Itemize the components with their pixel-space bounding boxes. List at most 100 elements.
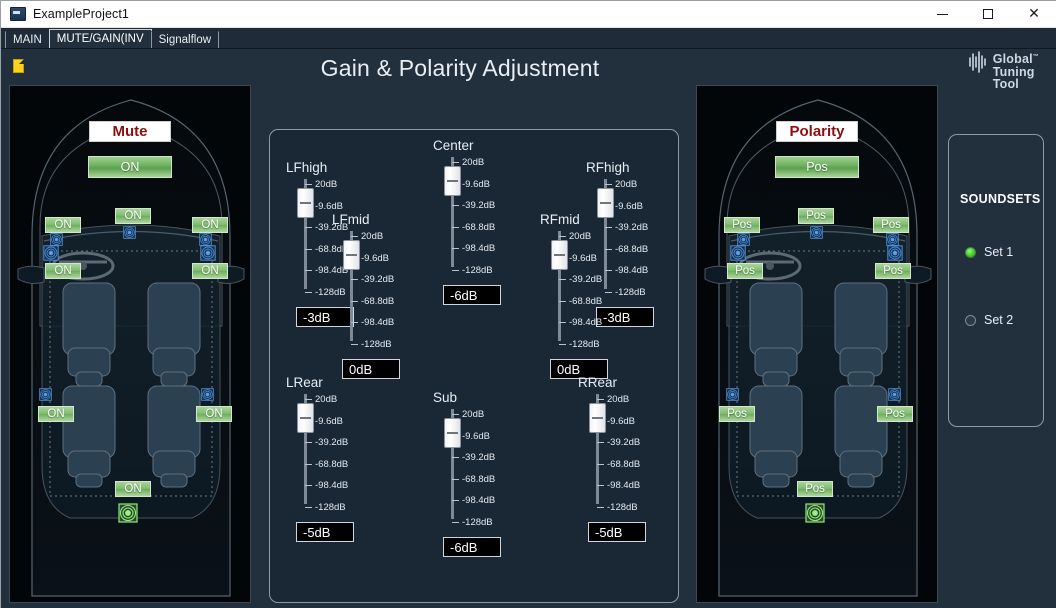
close-button[interactable]: ✕ bbox=[1011, 1, 1056, 28]
soundset-option-set-1[interactable]: Set 1 bbox=[965, 245, 1013, 259]
slider-thumb-Sub[interactable] bbox=[444, 418, 461, 449]
tick-label: -9.6dB bbox=[615, 200, 643, 212]
speaker-toggle-right-rear[interactable]: Pos bbox=[877, 406, 913, 422]
content-area: Gain & Polarity Adjustment Global™ Tunin… bbox=[1, 49, 1056, 608]
slider-thumb-LFhigh[interactable] bbox=[297, 188, 314, 219]
slider-thumb-RRear[interactable] bbox=[589, 403, 606, 434]
minimize-icon bbox=[936, 13, 948, 15]
soundset-label: Set 2 bbox=[984, 313, 1014, 327]
tick-label: -9.6dB bbox=[315, 415, 343, 427]
tab-signalflow[interactable]: Signalflow bbox=[150, 31, 220, 48]
channel-label-LFhigh: LFhigh bbox=[286, 160, 328, 175]
speaker-toggle-left-rear[interactable]: ON bbox=[38, 406, 74, 422]
speaker-toggle-right-door-mid[interactable]: ON bbox=[192, 263, 228, 279]
tick-label: -68.8dB bbox=[361, 295, 395, 307]
tick-label: -68.8dB bbox=[315, 458, 349, 470]
tick-label: -128dB bbox=[607, 501, 638, 513]
slider-tick: -39.2dB bbox=[452, 200, 495, 211]
tick-label: -39.2dB bbox=[462, 200, 496, 211]
polarity-master-toggle[interactable]: Pos bbox=[775, 156, 859, 178]
tick-label: -39.2dB bbox=[361, 274, 395, 285]
slider-tick: -68.8dB bbox=[452, 474, 495, 485]
tick-label: -68.8dB bbox=[462, 473, 496, 485]
window-title: ExampleProject1 bbox=[33, 7, 129, 21]
logo-line-3: Tool bbox=[992, 77, 1019, 92]
slider-tick: -128dB bbox=[452, 265, 493, 276]
slider-tick: -98.4dB bbox=[452, 495, 495, 506]
gain-value-Center[interactable]: -6dB bbox=[443, 285, 501, 305]
tick-label: -98.4dB bbox=[607, 480, 641, 491]
gain-value-LFmid[interactable]: 0dB bbox=[342, 359, 400, 379]
slider-tick: -128dB bbox=[305, 502, 346, 513]
tick-label: -98.4dB bbox=[615, 265, 649, 276]
mute-master-toggle[interactable]: ON bbox=[88, 156, 172, 178]
tick-label: -68.8dB bbox=[607, 458, 641, 470]
speaker-toggle-subwoofer[interactable]: Pos bbox=[797, 481, 833, 497]
tick-label: 20dB bbox=[615, 179, 638, 190]
tick-label: 20dB bbox=[361, 231, 384, 242]
tick-label: -128dB bbox=[361, 338, 392, 350]
tab-mute-gain[interactable]: MUTE/GAIN(INV bbox=[48, 29, 152, 48]
tick-label: -128dB bbox=[315, 501, 346, 513]
slider-tick: -128dB bbox=[597, 502, 638, 513]
slider-tick: -68.8dB bbox=[305, 459, 348, 470]
speaker-icon-right-door-mid bbox=[200, 245, 216, 261]
speaker-toggle-right-tweeter-front[interactable]: ON bbox=[192, 217, 228, 233]
slider-thumb-LRear[interactable] bbox=[297, 403, 314, 434]
channel-label-Center: Center bbox=[433, 138, 474, 153]
tick-label: -9.6dB bbox=[607, 415, 635, 427]
tab-main[interactable]: MAIN bbox=[5, 31, 50, 48]
tick-label: -9.6dB bbox=[569, 252, 597, 264]
speaker-toggle-right-rear[interactable]: ON bbox=[196, 406, 232, 422]
waveform-icon bbox=[968, 51, 986, 73]
slider-tick: -68.8dB bbox=[597, 459, 640, 470]
gain-value-RFhigh[interactable]: -3dB bbox=[596, 307, 654, 327]
slider-tick: -98.4dB bbox=[305, 480, 348, 491]
tick-label: -98.4dB bbox=[569, 317, 603, 328]
gain-value-Sub[interactable]: -6dB bbox=[443, 537, 501, 557]
tick-label: 20dB bbox=[462, 409, 485, 420]
tick-label: -98.4dB bbox=[361, 317, 395, 328]
speaker-toggle-left-door-mid[interactable]: Pos bbox=[727, 263, 763, 279]
speaker-toggle-left-door-mid[interactable]: ON bbox=[45, 263, 81, 279]
gain-value-RRear[interactable]: -5dB bbox=[588, 522, 646, 542]
speaker-toggle-left-rear[interactable]: Pos bbox=[719, 406, 755, 422]
tick-label: -39.2dB bbox=[607, 437, 641, 448]
tick-label: -128dB bbox=[462, 516, 493, 528]
slider-thumb-Center[interactable] bbox=[444, 166, 461, 197]
speaker-toggle-center-speaker[interactable]: Pos bbox=[798, 208, 834, 224]
gain-value-LFhigh[interactable]: -3dB bbox=[296, 307, 354, 327]
window-app-icon bbox=[10, 7, 26, 21]
tick-label: -98.4dB bbox=[462, 243, 496, 254]
slider-thumb-RFmid[interactable] bbox=[551, 240, 568, 271]
tick-label: -9.6dB bbox=[462, 178, 490, 190]
soundset-label: Set 1 bbox=[984, 245, 1014, 259]
slider-tick: -68.8dB bbox=[351, 296, 394, 307]
slider-tick: -39.2dB bbox=[559, 274, 602, 285]
speaker-icon-right-door-mid bbox=[887, 245, 903, 261]
minimize-button[interactable] bbox=[919, 1, 965, 28]
slider-tick: -128dB bbox=[351, 339, 392, 350]
speaker-toggle-right-tweeter-front[interactable]: Pos bbox=[873, 217, 909, 233]
slider-thumb-LFmid[interactable] bbox=[343, 240, 360, 271]
slider-tick: -98.4dB bbox=[559, 317, 602, 328]
speaker-toggle-subwoofer[interactable]: ON bbox=[115, 481, 151, 497]
slider-tick: -128dB bbox=[605, 287, 646, 298]
gain-slider-panel: LFhigh 20dB -9.6dB -39.2dB -68.8dB -98.4dB -12… bbox=[269, 129, 679, 603]
speaker-icon-left-door-mid bbox=[730, 245, 746, 261]
maximize-button[interactable] bbox=[965, 1, 1011, 28]
slider-tick: -68.8dB bbox=[559, 296, 602, 307]
soundset-option-set-2[interactable]: Set 2 bbox=[965, 313, 1013, 327]
speaker-toggle-left-tweeter-front[interactable]: Pos bbox=[724, 217, 760, 233]
close-icon: ✕ bbox=[1028, 6, 1040, 22]
tick-label: -98.4dB bbox=[315, 480, 349, 491]
slider-tick: -128dB bbox=[452, 517, 493, 528]
title-bar: ExampleProject1 ✕ bbox=[1, 1, 1056, 28]
speaker-toggle-center-speaker[interactable]: ON bbox=[115, 208, 151, 224]
slider-thumb-RFhigh[interactable] bbox=[597, 188, 614, 219]
soundsets-panel: SOUNDSETS Set 1 Set 2 bbox=[948, 134, 1044, 427]
global-tuning-tool-logo: Global™ Tuning Tool bbox=[968, 51, 1039, 91]
speaker-toggle-left-tweeter-front[interactable]: ON bbox=[45, 217, 81, 233]
gain-value-LRear[interactable]: -5dB bbox=[296, 522, 354, 542]
speaker-toggle-right-door-mid[interactable]: Pos bbox=[875, 263, 911, 279]
